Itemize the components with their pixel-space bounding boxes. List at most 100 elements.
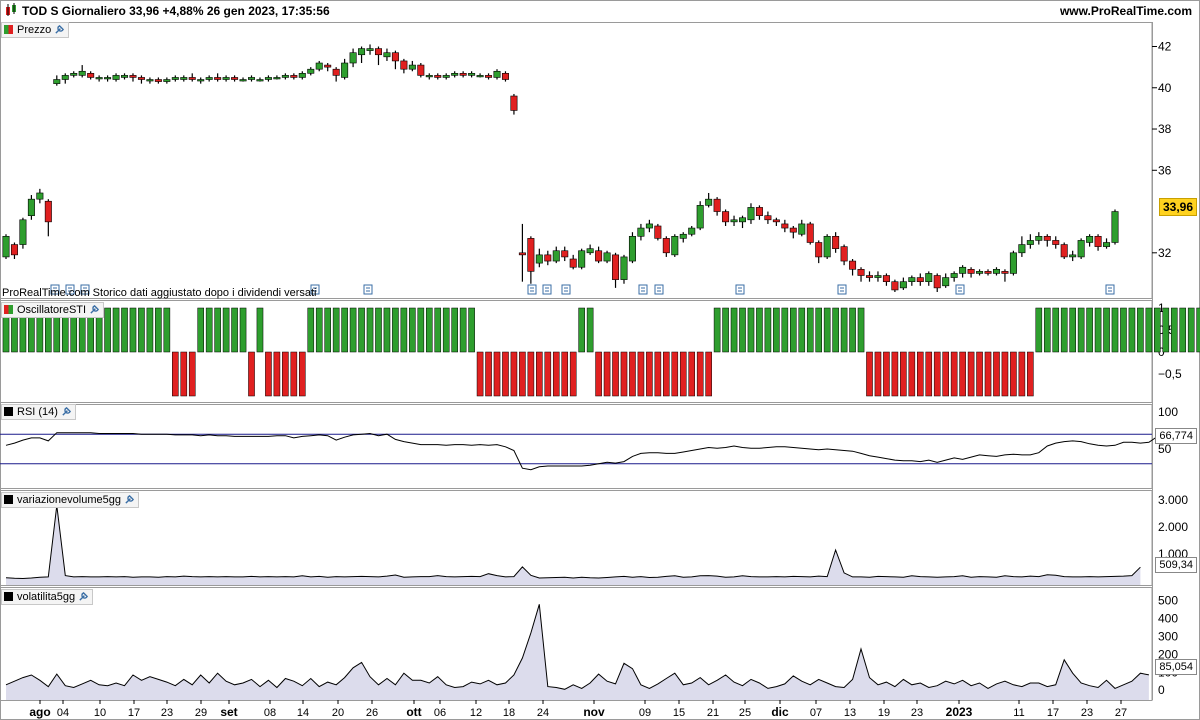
candle xyxy=(19,217,27,249)
x-tick-label: 19 xyxy=(878,707,890,719)
candle-body xyxy=(307,68,315,74)
wrench-icon[interactable] xyxy=(89,304,100,315)
candle-body xyxy=(1103,242,1111,247)
candle-body xyxy=(1026,240,1034,245)
candle xyxy=(273,75,281,80)
sti-bar xyxy=(646,351,653,397)
candle-body xyxy=(451,73,459,76)
sti-bar xyxy=(138,307,145,353)
candle xyxy=(53,75,61,86)
candle-body xyxy=(942,277,950,287)
sti-bar xyxy=(764,307,772,353)
candle-body xyxy=(374,48,382,56)
sti-bar xyxy=(747,307,755,353)
candle-body xyxy=(857,269,865,276)
candle-body xyxy=(459,73,467,76)
candle-body xyxy=(730,219,738,223)
sti-bar xyxy=(798,307,806,353)
sti-bar xyxy=(1120,307,1127,353)
candle xyxy=(485,73,493,80)
candle xyxy=(188,73,196,82)
wrench-icon[interactable] xyxy=(61,406,72,417)
candle xyxy=(671,234,679,257)
candle-body xyxy=(61,75,69,80)
event-icon-sheet xyxy=(735,284,745,295)
candle-body xyxy=(163,79,171,82)
site-link[interactable]: www.ProRealTime.com xyxy=(1060,0,1192,22)
sti-bar xyxy=(696,351,704,397)
panel-label-volatility[interactable]: volatilita5gg xyxy=(1,589,94,605)
panel-label-rsi[interactable]: RSI (14) xyxy=(1,404,76,420)
price-tick-label: 38 xyxy=(1158,122,1172,136)
price-tick-label: 42 xyxy=(1158,40,1172,54)
sti-bar xyxy=(366,307,374,353)
candle-body xyxy=(121,75,129,78)
wrench-icon[interactable] xyxy=(124,494,135,505)
candle-body xyxy=(1009,252,1017,274)
candle-body xyxy=(637,227,645,237)
sti-bar xyxy=(307,307,315,353)
candle-body xyxy=(849,260,857,270)
sti-bar xyxy=(544,351,552,397)
sti-bar xyxy=(146,307,154,353)
panel-label-sti[interactable]: OscillatoreSTI xyxy=(1,302,105,318)
x-tick-label: ago xyxy=(29,705,50,719)
price-tick-label: 40 xyxy=(1158,81,1172,95)
candle-body xyxy=(1094,235,1102,247)
candle-body xyxy=(146,79,154,82)
sti-bar xyxy=(417,307,425,353)
volume-area xyxy=(6,505,1141,585)
candle-body xyxy=(603,252,611,262)
candle-body xyxy=(569,258,577,268)
candle xyxy=(298,71,306,80)
candle-body xyxy=(722,211,730,223)
sti-bar xyxy=(849,307,856,353)
panel-title: Prezzo xyxy=(17,24,52,36)
candle-body xyxy=(992,269,1000,274)
candle xyxy=(146,77,154,84)
wrench-icon[interactable] xyxy=(54,24,65,35)
panel-label-volume[interactable]: variazionevolume5gg xyxy=(1,492,139,508)
sti-bar xyxy=(663,351,670,397)
candle-body xyxy=(1086,235,1094,243)
candle xyxy=(434,73,442,80)
candle xyxy=(349,48,357,68)
candle xyxy=(992,267,1000,276)
candle xyxy=(865,271,873,282)
candle-body xyxy=(358,48,366,56)
sti-bar xyxy=(358,307,365,353)
candle-body xyxy=(840,246,848,262)
candle-body xyxy=(933,275,941,289)
panel-label-price[interactable]: Prezzo xyxy=(1,22,70,38)
x-tick-label: 13 xyxy=(844,707,856,719)
sti-bar xyxy=(1035,307,1043,353)
candle xyxy=(586,244,594,255)
candle-body xyxy=(341,62,349,78)
candle xyxy=(1060,242,1068,259)
candle xyxy=(518,223,526,282)
sti-bar xyxy=(679,351,687,397)
candle-body xyxy=(27,198,35,216)
x-tick-label: 04 xyxy=(57,707,69,719)
event-icon-sheet xyxy=(542,284,552,295)
sti-bar xyxy=(993,351,1000,397)
candle-body xyxy=(899,281,907,289)
sti-bar xyxy=(1179,307,1187,353)
sti-bar xyxy=(493,351,501,397)
sti-bar xyxy=(713,307,721,353)
sti-bar xyxy=(552,351,560,397)
x-tick-label: 20 xyxy=(332,707,344,719)
sti-bar xyxy=(1137,307,1144,353)
sti-bar xyxy=(840,307,848,353)
candle-body xyxy=(408,64,416,70)
candle-body xyxy=(188,77,196,80)
candle xyxy=(451,71,459,78)
wrench-icon[interactable] xyxy=(78,591,89,602)
sti-bar xyxy=(1094,307,1102,353)
x-tick-label: 14 xyxy=(297,707,309,719)
candle-body xyxy=(688,227,696,235)
volatility-tick-label: 400 xyxy=(1158,612,1178,626)
panel-frame xyxy=(0,22,1153,299)
x-tick-label: 15 xyxy=(673,707,685,719)
candle xyxy=(1103,238,1111,249)
